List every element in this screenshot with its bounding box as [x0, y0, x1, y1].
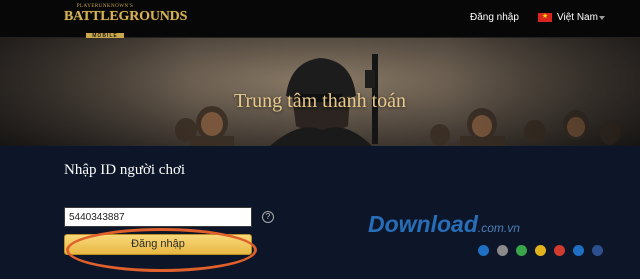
language-label: Việt Nam [557, 12, 598, 23]
watermark-dot [497, 245, 508, 256]
payment-page: PLAYERUNKNOWN'S BATTLEGROUNDS MOBILE Đăn… [0, 0, 640, 279]
help-icon[interactable]: ? [262, 211, 274, 223]
top-navbar: PLAYERUNKNOWN'S BATTLEGROUNDS MOBILE Đăn… [0, 0, 640, 39]
game-logo[interactable]: PLAYERUNKNOWN'S BATTLEGROUNDS MOBILE [64, 4, 188, 39]
chevron-down-icon [599, 16, 605, 20]
watermark-text: Download [368, 211, 478, 237]
form-title: Nhập ID người chơi [64, 162, 186, 178]
player-id-input[interactable] [64, 207, 252, 227]
watermark-logo: Download.com.vn [368, 211, 520, 238]
login-button[interactable]: Đăng nhập [64, 234, 252, 255]
logo-line-2: BATTLEGROUNDS [64, 9, 188, 24]
watermark-domain: .com.vn [477, 221, 520, 235]
header-login-link[interactable]: Đăng nhập [470, 12, 519, 23]
watermark-dot [573, 245, 584, 256]
player-id-form: Nhập ID người chơi ? Đăng nhập [0, 146, 640, 279]
watermark-dot [535, 245, 546, 256]
watermark-dot [478, 245, 489, 256]
hero-banner: Trung tâm thanh toán [0, 38, 640, 146]
watermark-dot [592, 245, 603, 256]
watermark-dot [516, 245, 527, 256]
banner-title: Trung tâm thanh toán [233, 90, 407, 112]
watermark-dot [554, 245, 565, 256]
vietnam-flag-icon: ★ [538, 13, 552, 22]
